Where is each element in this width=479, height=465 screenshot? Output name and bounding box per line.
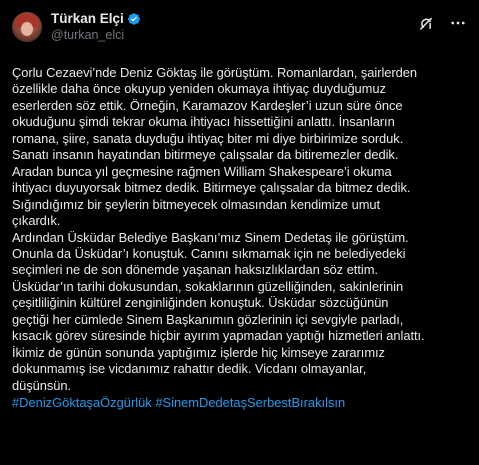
tweet-text: Çorlu Cezaevi’nde Deniz Göktaş ile görüş…: [12, 65, 425, 393]
verified-badge-icon: [127, 12, 141, 26]
more-options-icon[interactable]: [449, 14, 467, 32]
grok-icon[interactable]: [417, 14, 435, 32]
header-actions: [417, 14, 467, 32]
hashtag-link[interactable]: #DenizGöktaşaÖzgürlük: [12, 395, 152, 410]
avatar[interactable]: [12, 12, 42, 42]
tweet-header: Türkan Elçi @turkan_elci: [12, 10, 467, 54]
name-row: Türkan Elçi: [51, 10, 141, 27]
hashtag-link[interactable]: #SinemDedetaşSerbestBırakılsın: [155, 395, 345, 410]
handle[interactable]: @turkan_elci: [51, 27, 141, 44]
hashtags: #DenizGöktaşaÖzgürlük #SinemDedetaşSerbe…: [12, 395, 467, 411]
display-name[interactable]: Türkan Elçi: [51, 10, 124, 27]
author-info: Türkan Elçi @turkan_elci: [51, 10, 141, 44]
tweet-card: Türkan Elçi @turkan_elci Çorlu Cezaevi’n…: [0, 0, 479, 465]
avatar-face: [21, 22, 33, 36]
